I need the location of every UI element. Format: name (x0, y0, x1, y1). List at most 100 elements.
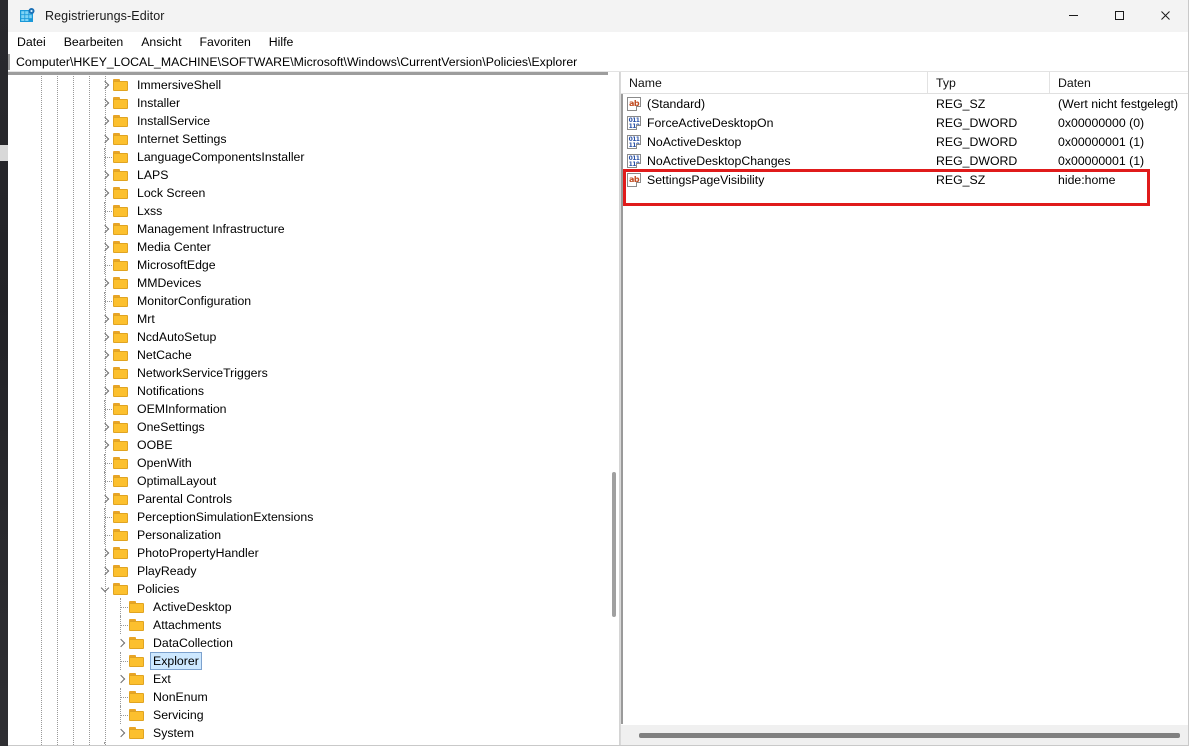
chevron-right-icon[interactable] (97, 112, 113, 130)
tree-item-openwith[interactable]: OpenWith (8, 454, 620, 472)
registry-editor-window: Registrierungs-Editor Datei Bearbeiten A… (8, 0, 1189, 746)
chevron-right-icon[interactable] (113, 634, 129, 652)
value-type-cell: REG_DWORD (928, 132, 1050, 151)
tree-item-networkservicetriggers[interactable]: NetworkServiceTriggers (8, 364, 620, 382)
column-header-typ[interactable]: Typ (928, 72, 1050, 93)
folder-icon (113, 204, 129, 218)
value-name-text: ForceActiveDesktopOn (647, 116, 773, 130)
chevron-right-icon[interactable] (97, 382, 113, 400)
registry-value-row[interactable]: ab(Standard)REG_SZ(Wert nicht festgelegt… (621, 94, 1188, 113)
tree-item-netcache[interactable]: NetCache (8, 346, 620, 364)
value-type-cell: REG_SZ (928, 94, 1050, 113)
folder-icon (113, 330, 129, 344)
tree-rows: ImmersiveShellInstallerInstallServiceInt… (8, 76, 620, 745)
tree-item-onesettings[interactable]: OneSettings (8, 418, 620, 436)
tree-item-installer[interactable]: Installer (8, 94, 620, 112)
chevron-right-icon[interactable] (97, 436, 113, 454)
registry-value-row[interactable]: 011110NoActiveDesktopChangesREG_DWORD0x0… (621, 151, 1188, 170)
chevron-right-icon[interactable] (97, 346, 113, 364)
registry-value-row[interactable]: 011110NoActiveDesktopREG_DWORD0x00000001… (621, 132, 1188, 151)
tree-item-parental-controls[interactable]: Parental Controls (8, 490, 620, 508)
minimize-button[interactable] (1050, 0, 1096, 32)
tree-item-languagecomponentsinstaller[interactable]: LanguageComponentsInstaller (8, 148, 620, 166)
chevron-right-icon[interactable] (97, 364, 113, 382)
tree-item-notifications[interactable]: Notifications (8, 382, 620, 400)
tree-scrollbar-thumb[interactable] (612, 472, 616, 617)
tree-item-laps[interactable]: LAPS (8, 166, 620, 184)
maximize-button[interactable] (1096, 0, 1142, 32)
chevron-right-icon[interactable] (97, 490, 113, 508)
chevron-right-icon[interactable] (97, 544, 113, 562)
tree-item-explorer[interactable]: Explorer (8, 652, 620, 670)
chevron-right-icon[interactable] (97, 418, 113, 436)
dword-value-icon: 011110 (627, 116, 641, 130)
menu-item-bearbeiten[interactable]: Bearbeiten (64, 33, 132, 51)
tree-item-mmdevices[interactable]: MMDevices (8, 274, 620, 292)
chevron-right-icon[interactable] (97, 328, 113, 346)
menu-item-ansicht[interactable]: Ansicht (141, 33, 190, 51)
tree-item-activedesktop[interactable]: ActiveDesktop (8, 598, 620, 616)
close-button[interactable] (1142, 0, 1188, 32)
tree-item-management-infrastructure[interactable]: Management Infrastructure (8, 220, 620, 238)
menu-item-favoriten[interactable]: Favoriten (200, 33, 260, 51)
registry-value-row[interactable]: 011110ForceActiveDesktopOnREG_DWORD0x000… (621, 113, 1188, 132)
chevron-right-icon[interactable] (97, 76, 113, 94)
column-header-name[interactable]: Name (621, 72, 928, 93)
tree-item-personalization[interactable]: Personalization (8, 526, 620, 544)
address-bar[interactable]: Computer\HKEY_LOCAL_MACHINE\SOFTWARE\Mic… (8, 52, 1188, 72)
tree-item-nonenum[interactable]: NonEnum (8, 688, 620, 706)
folder-icon (113, 492, 129, 506)
tree-item-policies[interactable]: Policies (8, 580, 620, 598)
folder-icon (113, 222, 129, 236)
tree-item-playready[interactable]: PlayReady (8, 562, 620, 580)
chevron-right-icon[interactable] (97, 184, 113, 202)
title-bar[interactable]: Registrierungs-Editor (8, 0, 1188, 32)
chevron-right-icon[interactable] (97, 310, 113, 328)
chevron-right-icon[interactable] (113, 724, 129, 742)
tree-item-system[interactable]: System (8, 724, 620, 742)
menu-item-datei[interactable]: Datei (17, 33, 55, 51)
chevron-right-icon[interactable] (97, 166, 113, 184)
chevron-right-icon[interactable] (113, 670, 129, 688)
tree-item-optimallayout[interactable]: OptimalLayout (8, 472, 620, 490)
tree-item-label: NcdAutoSetup (134, 328, 219, 346)
chevron-right-icon[interactable] (97, 220, 113, 238)
chevron-right-icon[interactable] (97, 238, 113, 256)
chevron-right-icon[interactable] (97, 274, 113, 292)
value-type-cell: REG_DWORD (928, 113, 1050, 132)
tree-item-photopropertyhandler[interactable]: PhotoPropertyHandler (8, 544, 620, 562)
chevron-right-icon[interactable] (97, 562, 113, 580)
tree-item-mrt[interactable]: Mrt (8, 310, 620, 328)
tree-connector-line (97, 256, 113, 274)
tree-item-label: NetCache (134, 346, 195, 364)
tree-item-microsoftedge[interactable]: MicrosoftEdge (8, 256, 620, 274)
tree-item-lock-screen[interactable]: Lock Screen (8, 184, 620, 202)
tree-item-internet-settings[interactable]: Internet Settings (8, 130, 620, 148)
tree-item-ncdautosetup[interactable]: NcdAutoSetup (8, 328, 620, 346)
registry-value-rows: ab(Standard)REG_SZ(Wert nicht festgelegt… (621, 94, 1188, 189)
tree-item-oeminformation[interactable]: OEMInformation (8, 400, 620, 418)
chevron-right-icon[interactable] (97, 130, 113, 148)
list-horizontal-scrollbar[interactable] (621, 724, 1188, 745)
tree-item-perceptionsimulationextensions[interactable]: PerceptionSimulationExtensions (8, 508, 620, 526)
folder-icon (113, 744, 129, 745)
tree-item-ext[interactable]: Ext (8, 670, 620, 688)
tree-item-oobe[interactable]: OOBE (8, 436, 620, 454)
tree-item-datacollection[interactable]: DataCollection (8, 634, 620, 652)
folder-icon (113, 186, 129, 200)
tree-item-attachments[interactable]: Attachments (8, 616, 620, 634)
tree-item-lxss[interactable]: Lxss (8, 202, 620, 220)
chevron-right-icon[interactable] (97, 94, 113, 112)
tree-item-media-center[interactable]: Media Center (8, 238, 620, 256)
chevron-down-icon[interactable] (97, 580, 113, 598)
tree-item-power-efficiency-diagnostics[interactable]: Power Efficiency Diagnostics (8, 742, 620, 745)
tree-item-monitorconfiguration[interactable]: MonitorConfiguration (8, 292, 620, 310)
list-scrollbar-thumb[interactable] (639, 733, 1180, 738)
column-header-daten[interactable]: Daten (1050, 72, 1188, 93)
registry-value-row[interactable]: abSettingsPageVisibilityREG_SZhide:home (621, 170, 1188, 189)
tree-item-installservice[interactable]: InstallService (8, 112, 620, 130)
tree-item-immersiveshell[interactable]: ImmersiveShell (8, 76, 620, 94)
folder-icon (113, 456, 129, 470)
menu-item-hilfe[interactable]: Hilfe (269, 33, 303, 51)
tree-item-servicing[interactable]: Servicing (8, 706, 620, 724)
